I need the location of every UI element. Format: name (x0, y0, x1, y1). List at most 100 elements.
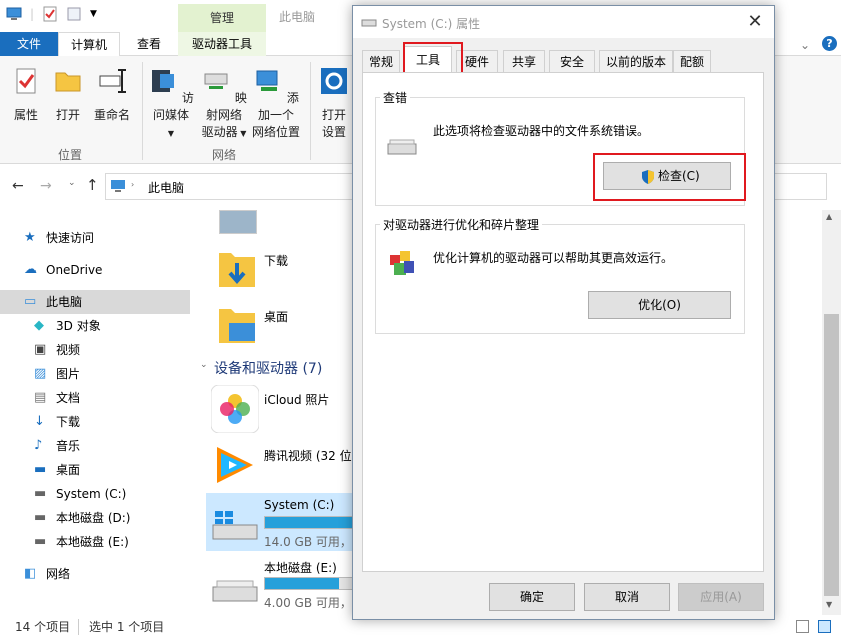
check-button-highlight (593, 153, 746, 201)
help-icon[interactable]: ? (822, 36, 837, 51)
manage-context-tab[interactable]: 管理 (178, 4, 266, 32)
drive-c-usage-bar (264, 516, 355, 529)
drive-icon[interactable] (211, 577, 259, 607)
open-label: 打开 (55, 108, 80, 122)
desktop-icon: ▬ (34, 462, 47, 477)
ribbon-separator (142, 62, 143, 160)
drive-e-usage-bar (264, 577, 355, 590)
drive-c-name[interactable]: System (C:) (264, 498, 334, 512)
icloud-label[interactable]: iCloud 照片 (264, 391, 329, 408)
access-media-button[interactable]: 访问媒体 ▼ (144, 66, 198, 142)
drive-icon (361, 19, 377, 27)
tab-sharing[interactable]: 共享 (503, 50, 545, 72)
sidebar-item-label: 此电脑 (46, 295, 83, 309)
open-button[interactable]: 打开 (50, 66, 86, 124)
sidebar-item-1[interactable]: ☁ OneDrive (0, 258, 190, 282)
add-location-label-2: 网络位置 (251, 125, 300, 139)
new-folder-icon[interactable] (66, 6, 82, 22)
sidebar-item-0[interactable]: ★ 快速访问 (0, 226, 190, 250)
apply-button[interactable]: 应用(A) (678, 583, 764, 611)
sidebar-item-8[interactable]: ♪ 音乐 (0, 434, 190, 458)
tencent-video-label[interactable]: 腾讯视频 (32 位) (264, 447, 355, 464)
music-icon: ♪ (34, 438, 43, 453)
properties-button[interactable]: 属性 (8, 66, 44, 124)
sidebar-item-5[interactable]: ▨ 图片 (0, 362, 190, 386)
back-arrow-icon[interactable]: ← (12, 178, 24, 194)
tab-security[interactable]: 安全 (549, 50, 595, 72)
scrollbar-thumb[interactable] (824, 314, 839, 596)
properties-check-icon[interactable] (42, 6, 58, 22)
add-network-location-button[interactable]: 添加一个 网络位置 (250, 66, 302, 141)
optimize-title: 对驱动器进行优化和碎片整理 (380, 216, 543, 233)
sidebar-item-label: 音乐 (56, 439, 81, 453)
defrag-icon (390, 251, 414, 275)
scroll-down-icon[interactable]: ▼ (826, 600, 832, 609)
sidebar-item-label: 桌面 (56, 463, 81, 477)
desktop-folder-icon[interactable] (217, 303, 257, 347)
sidebar-item-13[interactable]: ◧ 网络 (0, 562, 190, 586)
cancel-button[interactable]: 取消 (584, 583, 670, 611)
details-view-icon[interactable] (796, 620, 809, 633)
video-icon: ▣ (34, 342, 47, 357)
tab-view[interactable]: 查看 (128, 32, 170, 56)
devices-header[interactable]: 设备和驱动器 (7) (214, 358, 322, 378)
sidebar-item-4[interactable]: ▣ 视频 (0, 338, 190, 362)
ok-button[interactable]: 确定 (489, 583, 575, 611)
downloads-label[interactable]: 下载 (264, 252, 288, 269)
rename-icon (99, 69, 126, 93)
sidebar-item-6[interactable]: ▤ 文档 (0, 386, 190, 410)
error-check-title: 查错 (380, 89, 411, 106)
map-network-drive-button[interactable]: 映射网络 驱动器 ▼ (198, 66, 250, 142)
recent-chevron-icon[interactable]: ⌄ (68, 178, 76, 188)
up-arrow-icon[interactable]: ↑ (86, 176, 99, 194)
location-group-label: 位置 (58, 148, 83, 162)
open-settings-label-2: 设置 (321, 125, 346, 139)
sidebar-item-11[interactable]: ▬ 本地磁盘 (D:) (0, 506, 190, 530)
drive-e-name[interactable]: 本地磁盘 (E:) (264, 559, 337, 576)
icloud-photos-icon[interactable] (211, 385, 259, 433)
sidebar-item-10[interactable]: ▬ System (C:) (0, 482, 190, 506)
large-icons-view-icon[interactable] (818, 620, 831, 633)
sidebar-item-label: 本地磁盘 (D:) (56, 511, 131, 525)
collapse-ribbon-icon[interactable]: ⌄ (800, 38, 810, 52)
computer-icon[interactable] (6, 6, 22, 22)
optimize-description: 优化计算机的驱动器可以帮助其更高效运行。 (433, 251, 674, 265)
optimize-button[interactable]: 优化(O) (588, 291, 731, 319)
sidebar-item-3[interactable]: ◆ 3D 对象 (0, 314, 190, 338)
tab-quota[interactable]: 配额 (673, 50, 711, 72)
sidebar-item-label: 3D 对象 (56, 319, 101, 333)
tab-general[interactable]: 常规 (362, 50, 400, 72)
sidebar-item-12[interactable]: ▬ 本地磁盘 (E:) (0, 530, 190, 554)
rename-label: 重命名 (93, 108, 130, 122)
star-icon: ★ (24, 230, 36, 245)
chevron-down-icon[interactable]: ⌄ (200, 360, 208, 370)
rename-button[interactable]: 重命名 (90, 66, 134, 124)
drive-e-free: 4.00 GB 可用，共 (264, 596, 355, 610)
tab-computer[interactable]: 计算机 (58, 32, 120, 57)
properties-icon (16, 68, 36, 94)
drive-icon: ▬ (34, 510, 47, 525)
chevron-down-icon[interactable]: ▼ (90, 9, 97, 19)
breadcrumb[interactable]: 此电脑 (148, 179, 184, 196)
sidebar-item-7[interactable]: ↓ 下载 (0, 410, 190, 434)
selection-count: 选中 1 个项目 (89, 620, 165, 634)
sidebar-item-2[interactable]: ▭ 此电脑 (0, 290, 190, 314)
sidebar-item-9[interactable]: ▬ 桌面 (0, 458, 190, 482)
scroll-up-icon[interactable]: ▲ (826, 212, 832, 221)
open-settings-button[interactable]: 打开 设置 (314, 66, 354, 141)
tab-file[interactable]: 文件 (0, 32, 58, 56)
document-icon: ▤ (34, 390, 47, 405)
breadcrumb-chevron-icon[interactable]: › (131, 180, 134, 189)
system-drive-icon[interactable] (211, 509, 259, 545)
desktop-label[interactable]: 桌面 (264, 308, 288, 325)
tencent-video-icon[interactable] (211, 441, 259, 489)
tab-previous-versions[interactable]: 以前的版本 (599, 50, 673, 72)
thumbnail-image[interactable] (219, 210, 257, 234)
forward-arrow-icon[interactable]: → (40, 178, 52, 194)
computer-icon: ▭ (24, 294, 37, 309)
folder-open-icon (55, 72, 81, 92)
drive-icon (387, 139, 417, 155)
downloads-folder-icon[interactable] (217, 247, 257, 291)
close-icon[interactable]: ✕ (745, 12, 765, 32)
tab-drive-tools[interactable]: 驱动器工具 (178, 32, 266, 56)
